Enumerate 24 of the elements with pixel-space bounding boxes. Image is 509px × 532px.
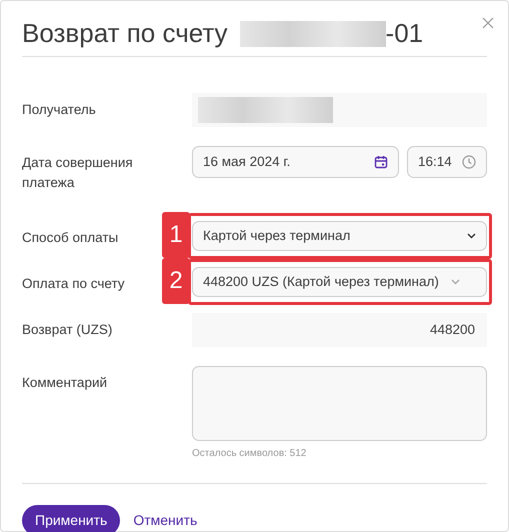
chevron-down-icon xyxy=(450,279,460,286)
date-field[interactable]: 16 мая 2024 г. xyxy=(192,146,399,178)
cancel-link[interactable]: Отменить xyxy=(133,510,198,531)
comment-field[interactable] xyxy=(192,366,487,441)
callout-number: 2 xyxy=(162,258,190,304)
field-label: Получатель xyxy=(22,101,97,119)
close-icon[interactable] xyxy=(482,17,494,30)
callout-number: 1 xyxy=(162,212,190,258)
field-label: Комментарий xyxy=(22,374,108,392)
clock-icon xyxy=(462,155,476,170)
readonly-field: 448200 xyxy=(192,313,487,347)
field-label: Дата совершения платежа xyxy=(22,154,134,192)
field-label: Возврат (UZS) xyxy=(22,321,114,339)
field-label: Оплата по счету xyxy=(22,275,126,293)
select-field[interactable]: 448200 UZS (Картой через терминал) xyxy=(192,267,487,297)
char-counter: Осталось символов: 512 xyxy=(192,447,308,461)
select-field[interactable]: Картой через терминал xyxy=(192,221,487,251)
chevron-down-icon xyxy=(467,233,476,240)
apply-button[interactable]: Применить xyxy=(22,505,120,532)
time-field[interactable]: 16:14 xyxy=(407,146,487,178)
title-suffix: -01 xyxy=(386,17,424,50)
dialog-title: Возврат по счету xyxy=(22,17,228,50)
field-label: Способ оплаты xyxy=(22,229,120,247)
calendar-icon[interactable] xyxy=(374,155,388,170)
